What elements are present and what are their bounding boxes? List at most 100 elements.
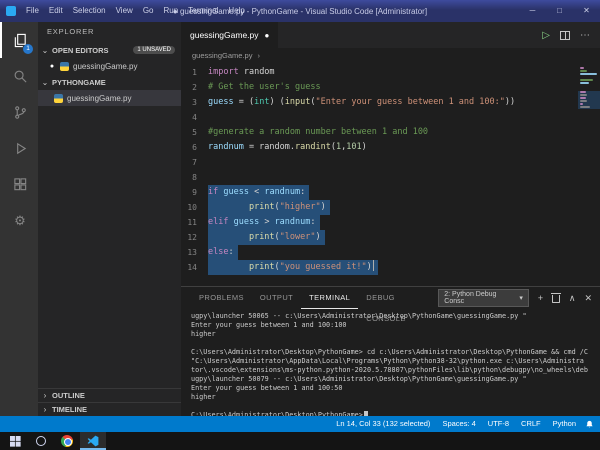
panel-controls: 2: Python Debug Consc ▾ + ∧ ✕ xyxy=(438,289,592,307)
start-button[interactable] xyxy=(2,432,28,450)
line-number[interactable]: 14 xyxy=(181,260,208,275)
dirty-indicator-icon[interactable]: ● xyxy=(48,63,56,70)
minimize-button[interactable]: ─ xyxy=(519,0,546,22)
python-file-icon xyxy=(60,62,69,71)
line-number[interactable]: 10 xyxy=(181,200,208,215)
activity-explorer-button[interactable]: 1 xyxy=(0,22,38,58)
run-python-file-button[interactable]: ▷ xyxy=(542,30,550,41)
chrome-icon xyxy=(61,435,73,447)
panel-tab-problems[interactable]: PROBLEMS xyxy=(191,287,252,309)
editor-body[interactable]: 1import random2# Get the user's guess3gu… xyxy=(181,63,600,286)
code-line[interactable]: 10 print("higher") xyxy=(181,200,578,215)
minimap-line xyxy=(580,103,583,105)
code-line[interactable]: 12 print("lower") xyxy=(181,230,578,245)
menu-go[interactable]: Go xyxy=(138,0,159,22)
line-number[interactable]: 12 xyxy=(181,230,208,245)
status-item[interactable]: Spaces: 4 xyxy=(436,416,481,432)
line-number[interactable]: 7 xyxy=(181,155,208,170)
gear-icon: ⚙ xyxy=(14,214,26,227)
open-editors-header[interactable]: ⌄ OPEN EDITORS 1 UNSAVED xyxy=(38,42,181,58)
line-number[interactable]: 3 xyxy=(181,95,208,110)
timeline-section-header[interactable]: › TIMELINE xyxy=(38,402,181,416)
maximize-panel-button[interactable]: ∧ xyxy=(569,294,576,303)
panel-tab-output[interactable]: OUTPUT xyxy=(252,287,301,309)
line-number[interactable]: 1 xyxy=(181,65,208,80)
code-area[interactable]: 1import random2# Get the user's guess3gu… xyxy=(181,63,578,286)
line-number[interactable]: 2 xyxy=(181,80,208,95)
activity-run-debug-button[interactable] xyxy=(0,130,38,166)
outline-section-header[interactable]: › OUTLINE xyxy=(38,388,181,402)
code-line[interactable]: 13else: xyxy=(181,245,578,260)
taskbar-vscode-button[interactable] xyxy=(80,432,106,450)
kill-terminal-button[interactable] xyxy=(552,295,560,303)
terminal-picker-dropdown[interactable]: 2: Python Debug Consc ▾ xyxy=(438,289,529,307)
panel-tab-debug-console[interactable]: DEBUG CONSOLE xyxy=(358,287,438,309)
code-line[interactable]: 2# Get the user's guess xyxy=(181,80,578,95)
activity-bar: 1 ⚙ xyxy=(0,22,38,416)
tab-dirty-indicator-icon[interactable]: ● xyxy=(265,31,270,40)
close-button[interactable]: ✕ xyxy=(573,0,600,22)
folder-header[interactable]: ⌄ PYTHONGAME xyxy=(38,74,181,90)
editor-tab-guessinggame[interactable]: guessingGame.py ● xyxy=(181,22,279,48)
notifications-bell-icon[interactable] xyxy=(582,420,596,429)
code-line[interactable]: 7 xyxy=(181,155,578,170)
panel-tab-terminal[interactable]: TERMINAL xyxy=(301,287,358,309)
chevron-right-icon: › xyxy=(40,391,50,400)
code-line[interactable]: 8 xyxy=(181,170,578,185)
line-number[interactable]: 8 xyxy=(181,170,208,185)
chevron-down-icon: ▾ xyxy=(519,294,523,302)
windows-taskbar xyxy=(0,432,600,450)
line-number[interactable]: 11 xyxy=(181,215,208,230)
status-item[interactable]: CRLF xyxy=(515,416,547,432)
file-tree-item[interactable]: guessingGame.py xyxy=(38,90,181,106)
status-item[interactable]: Ln 14, Col 33 (132 selected) xyxy=(330,416,436,432)
code-line[interactable]: 11elif guess > randnum: xyxy=(181,215,578,230)
taskbar-chrome-button[interactable] xyxy=(54,432,80,450)
breadcrumb-chevron-icon: › xyxy=(257,51,260,60)
explorer-title: EXPLORER xyxy=(38,22,181,42)
line-number[interactable]: 9 xyxy=(181,185,208,200)
split-editor-button[interactable] xyxy=(560,31,570,40)
close-panel-button[interactable]: ✕ xyxy=(584,294,592,303)
menu-run[interactable]: Run xyxy=(158,0,183,22)
source-control-icon xyxy=(13,105,28,120)
activity-search-button[interactable] xyxy=(0,58,38,94)
line-number[interactable]: 6 xyxy=(181,140,208,155)
code-line[interactable]: 4 xyxy=(181,110,578,125)
line-number[interactable]: 5 xyxy=(181,125,208,140)
code-line[interactable]: 5#generate a random number between 1 and… xyxy=(181,125,578,140)
main-area: 1 ⚙ EXPLORER ⌄ OPEN EDITORS xyxy=(0,22,600,416)
line-number[interactable]: 4 xyxy=(181,110,208,125)
breadcrumb-file[interactable]: guessingGame.py xyxy=(192,51,252,60)
more-actions-button[interactable]: ⋯ xyxy=(580,30,590,41)
code-line[interactable]: 1import random xyxy=(181,65,578,80)
maximize-button[interactable]: □ xyxy=(546,0,573,22)
menu-help[interactable]: Help xyxy=(223,0,249,22)
new-terminal-button[interactable]: + xyxy=(538,294,543,303)
minimap[interactable] xyxy=(578,63,600,286)
activity-source-control-button[interactable] xyxy=(0,94,38,130)
activity-extensions-button[interactable] xyxy=(0,166,38,202)
menu-edit[interactable]: Edit xyxy=(44,0,68,22)
cortana-button[interactable] xyxy=(28,432,54,450)
status-item[interactable]: Python xyxy=(547,416,582,432)
terminal-line: tor\.vscode\extensions\ms-python.python-… xyxy=(191,366,600,375)
sidebar-spacer xyxy=(38,106,181,388)
open-editor-item[interactable]: ● guessingGame.py xyxy=(38,58,181,74)
menu-view[interactable]: View xyxy=(111,0,138,22)
line-number[interactable]: 13 xyxy=(181,245,208,260)
menu-selection[interactable]: Selection xyxy=(68,0,111,22)
menu-file[interactable]: File xyxy=(21,0,44,22)
vscode-icon xyxy=(87,435,99,447)
explorer-badge: 1 xyxy=(23,44,33,54)
code-line[interactable]: 9if guess < randnum: xyxy=(181,185,578,200)
code-line[interactable]: 3guess = (int) (input("Enter your guess … xyxy=(181,95,578,110)
terminal-output[interactable]: ugpy\launcher 50065 -- c:\Users\Administ… xyxy=(181,309,600,416)
activity-settings-button[interactable]: ⚙ xyxy=(0,202,38,238)
code-line[interactable]: 6randnum = random.randint(1,101) xyxy=(181,140,578,155)
menu-terminal[interactable]: Terminal xyxy=(183,0,223,22)
code-line[interactable]: 14 print("you guessed it!") xyxy=(181,260,578,275)
minimap-line xyxy=(580,73,597,75)
breadcrumb[interactable]: guessingGame.py › xyxy=(181,48,600,63)
status-item[interactable]: UTF-8 xyxy=(482,416,515,432)
